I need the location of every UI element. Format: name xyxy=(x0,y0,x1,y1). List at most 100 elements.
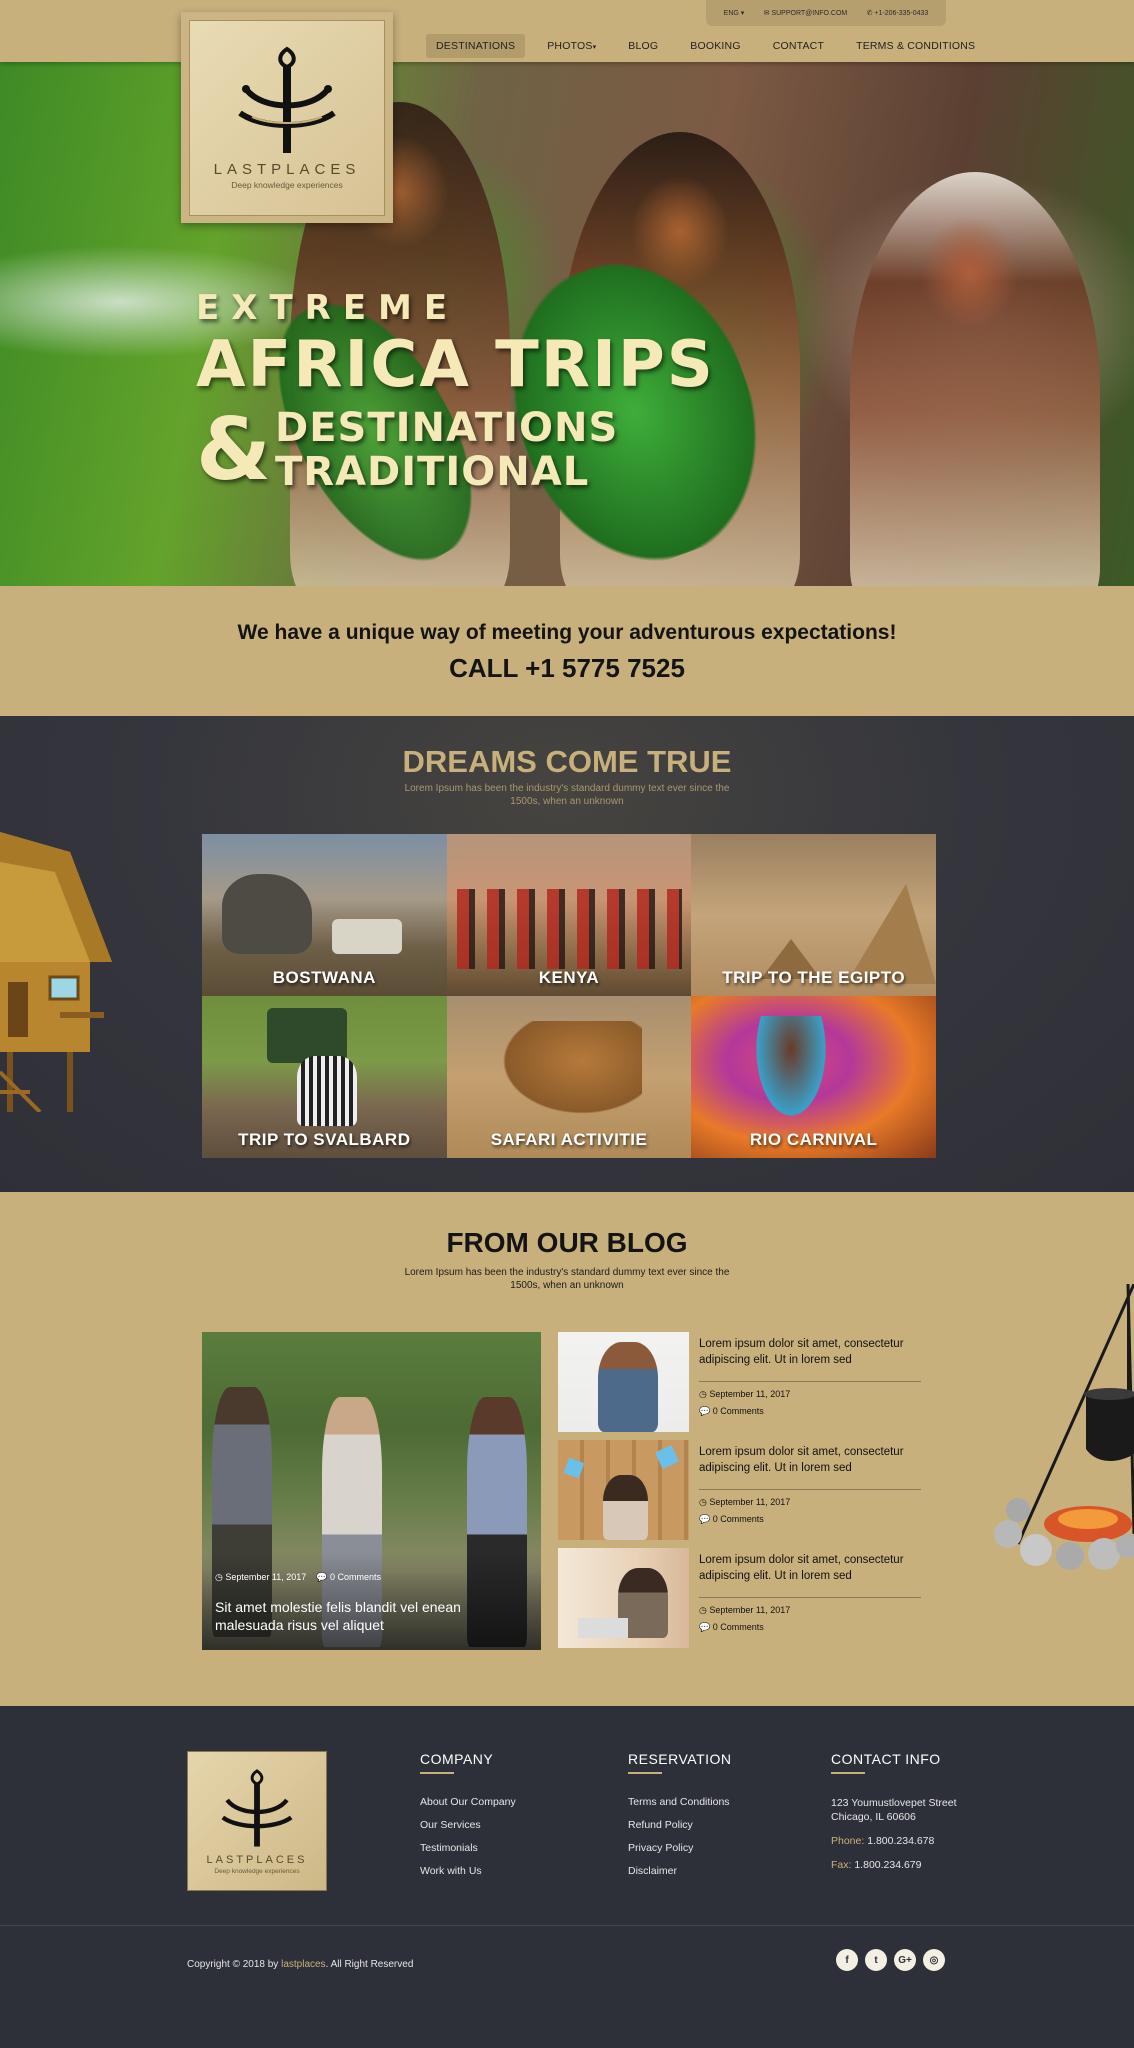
site-footer: LASTPLACES Deep knowledge experiences CO… xyxy=(0,1706,1134,2048)
featured-post[interactable]: ◷ September 11, 2017 💬 0 Comments Sit am… xyxy=(202,1332,541,1650)
destinations-section: DREAMS COME TRUE Lorem Ipsum has been th… xyxy=(0,716,1134,1192)
blog-post-item[interactable]: Lorem ipsum dolor sit amet, consectetur … xyxy=(558,1440,922,1540)
support-email[interactable]: ✉ SUPPORT@INFO.COM xyxy=(764,9,848,17)
tile-egipto[interactable]: TRIP TO THE EGIPTO xyxy=(691,834,936,996)
campfire-illustration xyxy=(994,1284,1134,1570)
post-title[interactable]: Lorem ipsum dolor sit amet, consectetur … xyxy=(699,1336,921,1368)
callband-tagline: We have a unique way of meeting your adv… xyxy=(237,621,897,644)
copyright: Copyright © 2018 by lastplaces. All Righ… xyxy=(187,1959,414,1970)
language-selector[interactable]: ENG ▾ xyxy=(724,9,745,17)
hero-line-traditional: TRADITIONAL xyxy=(275,449,590,495)
clock-icon: ◷ xyxy=(699,1605,707,1615)
dancer-shape xyxy=(751,1016,832,1126)
hero-banner: EXTREME AFRICA TRIPS & DESTINATIONS TRAD… xyxy=(0,62,1134,586)
comments-icon: 💬 xyxy=(699,1514,711,1524)
blog-title: FROM OUR BLOG xyxy=(446,1227,688,1258)
clock-icon: ◷ xyxy=(699,1497,707,1507)
phone-icon: ✆ xyxy=(866,10,873,17)
hero-headline: EXTREME AFRICA TRIPS & DESTINATIONS TRAD… xyxy=(196,288,715,494)
hero-ampersand: & xyxy=(196,400,271,500)
nav-booking[interactable]: BOOKING xyxy=(680,34,750,58)
callband-phone[interactable]: CALL +1 5775 7525 xyxy=(0,653,1134,684)
hero-person-right xyxy=(850,172,1100,586)
footer-logo[interactable]: LASTPLACES Deep knowledge experiences xyxy=(187,1751,327,1891)
footer-link[interactable]: Testimonials xyxy=(420,1842,516,1854)
post-comments[interactable]: 💬 0 Comments xyxy=(699,1514,764,1525)
tribal-symbol-icon xyxy=(238,46,336,153)
laptop-shape xyxy=(578,1618,628,1638)
post-date: ◷ September 11, 2017 xyxy=(699,1389,791,1399)
footer-link[interactable]: Privacy Policy xyxy=(628,1842,732,1854)
heading-underline xyxy=(831,1772,865,1774)
nav-photos[interactable]: PHOTOS▾ xyxy=(537,34,606,58)
hero-line-destinations: DESTINATIONS xyxy=(275,405,619,451)
blog-subtitle: Lorem Ipsum has been the industry's stan… xyxy=(404,1267,730,1291)
nav-blog[interactable]: BLOG xyxy=(618,34,668,58)
footer-link[interactable]: Disclaimer xyxy=(628,1865,732,1877)
hero-line-extreme: EXTREME xyxy=(196,288,460,328)
logo-tagline: Deep knowledge experiences xyxy=(231,180,343,190)
footer-link[interactable]: Work with Us xyxy=(420,1865,516,1877)
tile-bostwana[interactable]: BOSTWANA xyxy=(202,834,447,996)
footer-link[interactable]: Refund Policy xyxy=(628,1819,732,1831)
post-thumbnail[interactable] xyxy=(558,1440,689,1540)
tile-label: TRIP TO THE EGIPTO xyxy=(722,968,906,987)
zebra-shape xyxy=(297,1056,357,1126)
maasai-group-shape xyxy=(456,889,682,969)
comments-icon: 💬 xyxy=(699,1622,711,1632)
social-links: f t G+ ◎ xyxy=(836,1949,952,1971)
facebook-icon[interactable]: f xyxy=(836,1949,858,1971)
blog-post-item[interactable]: Lorem ipsum dolor sit amet, consectetur … xyxy=(558,1332,922,1432)
post-divider xyxy=(699,1597,921,1598)
post-title[interactable]: Lorem ipsum dolor sit amet, consectetur … xyxy=(699,1552,921,1584)
google-plus-icon[interactable]: G+ xyxy=(894,1949,916,1971)
logo-wordmark: LASTPLACES xyxy=(206,1853,308,1866)
tile-kenya[interactable]: KENYA xyxy=(446,834,692,996)
post-thumbnail[interactable] xyxy=(558,1548,689,1648)
post-thumbnail[interactable] xyxy=(558,1332,689,1432)
post-title[interactable]: Lorem ipsum dolor sit amet, consectetur … xyxy=(699,1444,921,1476)
jeep-shape xyxy=(332,919,402,954)
post-comments[interactable]: 💬 0 Comments xyxy=(699,1406,764,1417)
footer-heading: COMPANY xyxy=(420,1751,494,1767)
tile-svalbard[interactable]: TRIP TO SVALBARD xyxy=(202,996,447,1158)
heading-underline xyxy=(420,1772,454,1774)
twitter-icon[interactable]: t xyxy=(865,1949,887,1971)
post-date: ◷ September 11, 2017 xyxy=(699,1605,791,1615)
footer-link[interactable]: About Our Company xyxy=(420,1796,516,1808)
tile-safari[interactable]: SAFARI ACTIVITIE xyxy=(446,996,692,1158)
post-comments[interactable]: 💬 0 Comments xyxy=(699,1622,764,1633)
tile-label: RIO CARNIVAL xyxy=(749,1130,878,1149)
clock-icon: ◷ xyxy=(215,1572,223,1582)
footer-contact: CONTACT INFO 123 Youmustlovepet Street C… xyxy=(831,1751,957,1882)
blog-post-item[interactable]: Lorem ipsum dolor sit amet, consectetur … xyxy=(558,1548,922,1648)
footer-divider xyxy=(0,1925,1134,1926)
logo-tagline: Deep knowledge experiences xyxy=(214,1867,300,1875)
brand-link[interactable]: lastplaces xyxy=(281,1959,325,1970)
envelope-icon: ✉ xyxy=(763,10,770,17)
tile-rio[interactable]: RIO CARNIVAL xyxy=(691,996,936,1158)
footer-heading: CONTACT INFO xyxy=(831,1751,941,1767)
footer-link[interactable]: Terms and Conditions xyxy=(628,1796,732,1808)
site-logo[interactable]: LASTPLACES Deep knowledge experiences xyxy=(181,12,393,223)
paper-shape xyxy=(563,1457,585,1479)
nav-contact[interactable]: CONTACT xyxy=(763,34,834,58)
instagram-icon[interactable]: ◎ xyxy=(923,1949,945,1971)
paper-shape xyxy=(655,1445,679,1469)
support-phone[interactable]: ✆ +1-206-335-0433 xyxy=(867,9,929,17)
post-divider xyxy=(699,1489,921,1490)
contact-address: 123 Youmustlovepet Street Chicago, IL 60… xyxy=(831,1797,957,1823)
footer-reservation: RESERVATION Terms and Conditions Refund … xyxy=(628,1751,732,1888)
clock-icon: ◷ xyxy=(699,1389,707,1399)
nav-terms[interactable]: TERMS & CONDITIONS xyxy=(846,34,985,58)
logo-panel: LASTPLACES Deep knowledge experiences xyxy=(189,19,385,216)
featured-title[interactable]: Sit amet molestie felis blandit vel enea… xyxy=(215,1598,515,1634)
contact-phone[interactable]: Phone: 1.800.234.678 xyxy=(831,1834,957,1848)
camel-shape xyxy=(491,1021,642,1121)
post-divider xyxy=(699,1381,921,1382)
dreams-title: DREAMS COME TRUE xyxy=(402,744,732,779)
caret-down-icon: ▾ xyxy=(592,44,597,51)
call-to-action-band: We have a unique way of meeting your adv… xyxy=(0,586,1134,716)
footer-link[interactable]: Our Services xyxy=(420,1819,516,1831)
nav-destinations[interactable]: DESTINATIONS xyxy=(426,34,526,58)
